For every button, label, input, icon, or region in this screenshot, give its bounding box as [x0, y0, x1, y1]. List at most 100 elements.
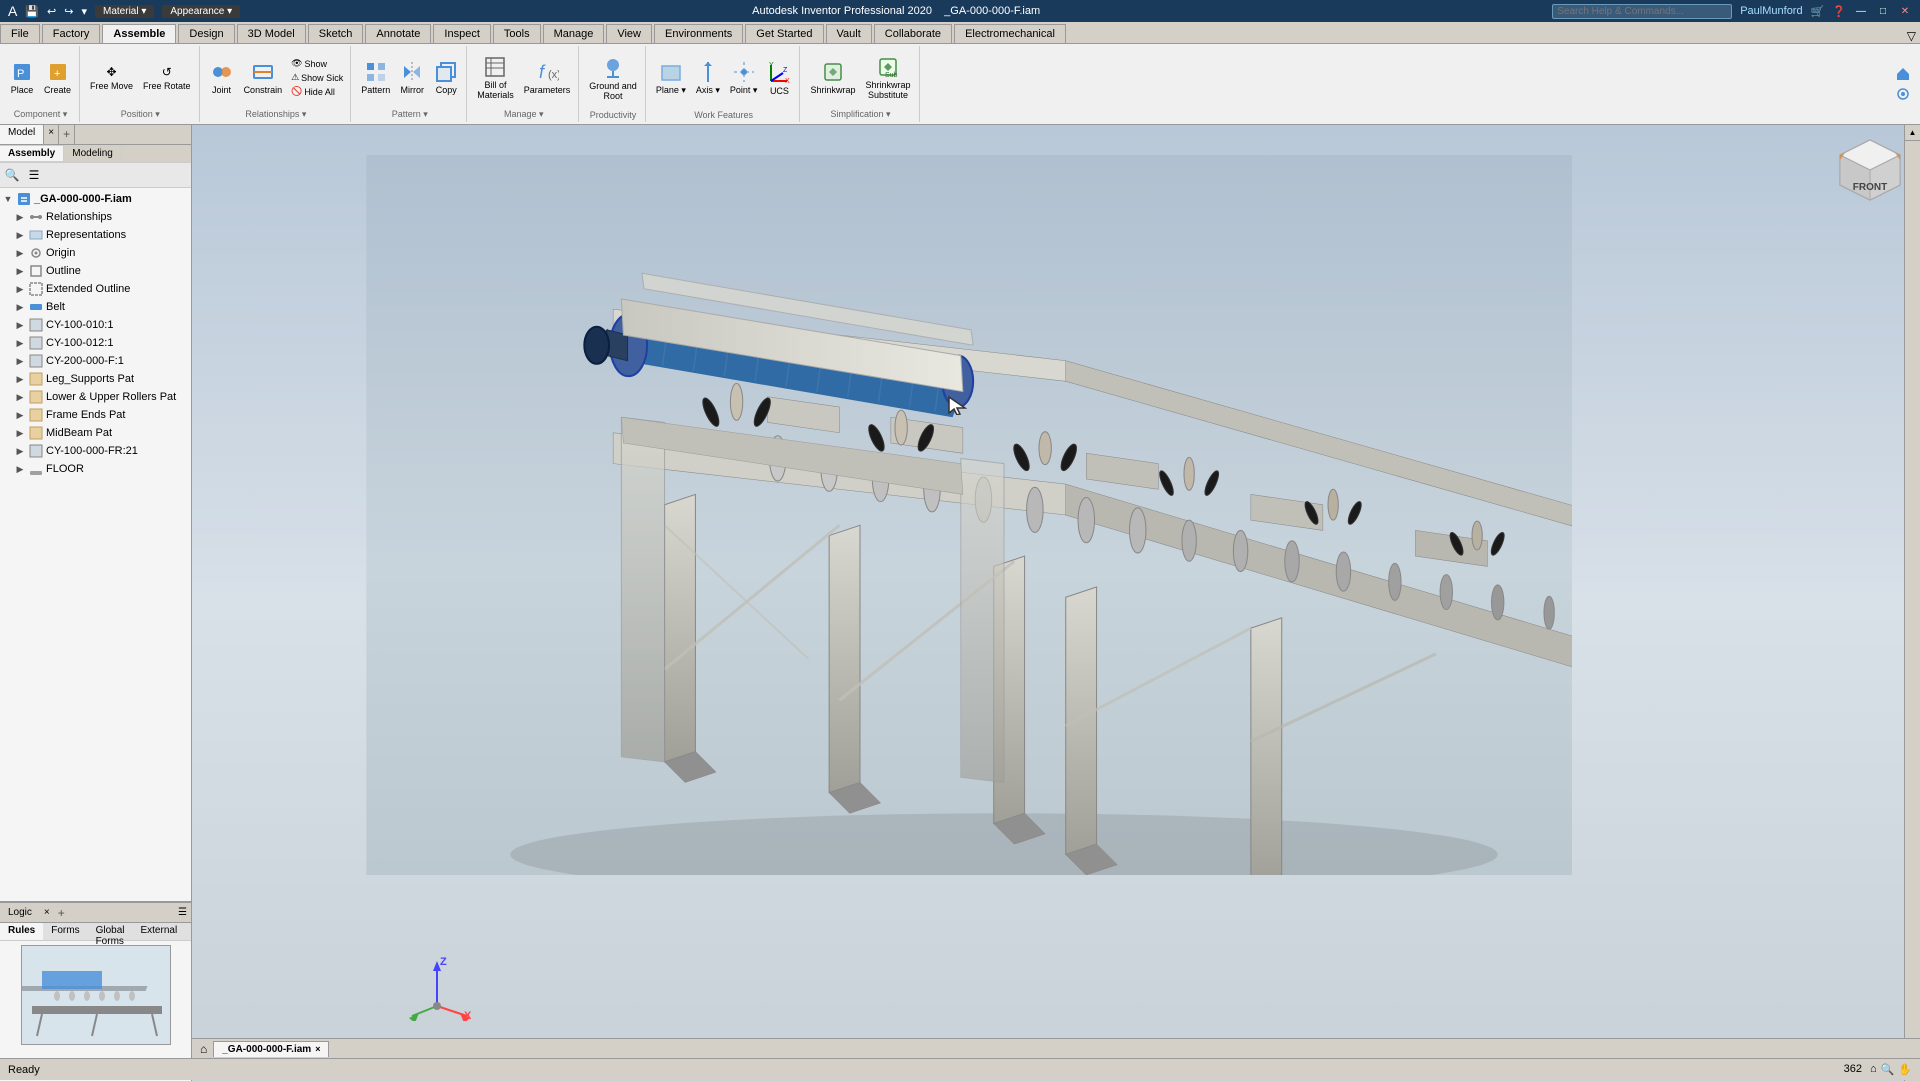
show-button[interactable]: 👁 Show	[288, 57, 346, 70]
tree-item-cy100012[interactable]: ▶ CY-100-012:1	[14, 334, 189, 352]
plane-button[interactable]: Plane ▾	[652, 58, 690, 98]
tab-assemble[interactable]: Assemble	[102, 24, 176, 43]
rules-subtab[interactable]: Rules	[0, 923, 43, 940]
tree-item-midbeam[interactable]: ▶ MidBeam Pat	[14, 424, 189, 442]
place-button[interactable]: P Place	[6, 58, 38, 97]
tree-item-rollers[interactable]: ▶ Lower & Upper Rollers Pat	[14, 388, 189, 406]
tree-item-floor[interactable]: ▶ FLOOR	[14, 460, 189, 478]
ribbon-group-relationships: Joint Constrain 👁 Show ⚠ Show Sick	[202, 46, 352, 122]
tree-item-frame-ends[interactable]: ▶ Frame Ends Pat	[14, 406, 189, 424]
cart-icon[interactable]: 🛒	[1811, 5, 1825, 18]
zoom-status-icon[interactable]: 🔍	[1881, 1063, 1895, 1076]
quick-access-settings[interactable]: ▾	[81, 5, 87, 18]
tree-item-cy200000f[interactable]: ▶ CY-200-000-F:1	[14, 352, 189, 370]
help-icon[interactable]: ❓	[1832, 5, 1846, 18]
tree-item-representations[interactable]: ▶ Representations	[14, 226, 189, 244]
pattern-button[interactable]: Pattern	[357, 58, 394, 97]
material-selector[interactable]: Material ▾	[95, 5, 154, 18]
tree-search-btn[interactable]: 🔍	[2, 165, 22, 185]
tree-item-belt[interactable]: ▶ Belt	[14, 298, 189, 316]
tab-view[interactable]: View	[606, 24, 652, 43]
forms-subtab[interactable]: Forms	[43, 923, 87, 940]
tree-item-leg-supports[interactable]: ▶ Leg_Supports Pat	[14, 370, 189, 388]
tab-tools[interactable]: Tools	[493, 24, 541, 43]
assembly-subtab[interactable]: Assembly	[0, 146, 64, 161]
hide-all-button[interactable]: 🚫 Hide All	[288, 85, 346, 98]
tab-file[interactable]: File	[0, 24, 40, 43]
minimize-button[interactable]: —	[1854, 4, 1868, 18]
tree-item-relationships[interactable]: ▶ Relationships	[14, 208, 189, 226]
parameters-button[interactable]: f(x) Parameters	[520, 58, 575, 97]
tab-annotate[interactable]: Annotate	[365, 24, 431, 43]
shrinkwrap-sub-button[interactable]: Sub ShrinkwrapSubstitute	[861, 53, 914, 102]
quick-access-redo[interactable]: ↪	[64, 5, 73, 18]
app-title: Autodesk Inventor Professional 2020	[752, 5, 932, 17]
home-view-button[interactable]	[1892, 65, 1914, 83]
viewport[interactable]: FRONT Z X	[192, 125, 1920, 1081]
look-at-button[interactable]	[1892, 85, 1914, 103]
copy-button[interactable]: Copy	[430, 58, 462, 97]
show-sick-button[interactable]: ⚠ Show Sick	[288, 71, 346, 84]
tree-item-root[interactable]: ▼ _GA-000-000-F.iam	[2, 190, 189, 208]
doc-tab-active[interactable]: _GA-000-000-F.iam ×	[213, 1041, 329, 1057]
viewport-scrollbar[interactable]: ▲ ▼	[1904, 125, 1920, 1081]
quick-access-undo[interactable]: ↩	[47, 5, 56, 18]
app-logo-icon: A	[8, 3, 17, 19]
tab-manage[interactable]: Manage	[543, 24, 605, 43]
search-input[interactable]	[1552, 4, 1732, 19]
logic-menu-btn[interactable]: ☰	[174, 907, 191, 918]
home-status-icon[interactable]: ⌂	[1870, 1063, 1877, 1076]
constrain-button[interactable]: Constrain	[240, 58, 287, 97]
tree-item-origin[interactable]: ▶ Origin	[14, 244, 189, 262]
create-button[interactable]: + Create	[40, 58, 75, 97]
workfeatures-buttons: Plane ▾ Axis ▾ Point ▾ XYZ	[652, 48, 796, 108]
bom-button[interactable]: Bill ofMaterials	[473, 53, 518, 102]
free-move-button[interactable]: ✥ Free Move	[86, 62, 137, 93]
tree-item-outline[interactable]: ▶ Outline	[14, 262, 189, 280]
model-tab-model[interactable]: Model	[0, 125, 44, 144]
global-forms-subtab[interactable]: Global Forms	[88, 923, 133, 940]
appearance-selector[interactable]: Appearance ▾	[162, 5, 240, 18]
outline-icon	[28, 263, 44, 279]
view-cube[interactable]: FRONT	[1830, 135, 1910, 215]
tree-item-extended-outline[interactable]: ▶ Extended Outline	[14, 280, 189, 298]
logic-tab-close[interactable]: ×	[40, 907, 54, 918]
joint-button[interactable]: Joint	[206, 58, 238, 97]
doc-tab-close-btn[interactable]: ×	[315, 1044, 320, 1054]
tab-sketch[interactable]: Sketch	[308, 24, 364, 43]
ucs-button[interactable]: XYZ UCS	[763, 59, 795, 98]
tab-getstarted[interactable]: Get Started	[745, 24, 823, 43]
logic-tab-add[interactable]: +	[54, 906, 69, 920]
point-button[interactable]: Point ▾	[726, 58, 762, 98]
scroll-up-btn[interactable]: ▲	[1905, 125, 1920, 141]
ground-root-button[interactable]: Ground andRoot	[585, 54, 641, 103]
model-tab-add[interactable]: +	[59, 125, 75, 144]
show-sick-label: Show Sick	[301, 73, 343, 83]
mirror-button[interactable]: Mirror	[396, 58, 428, 97]
maximize-button[interactable]: □	[1876, 4, 1890, 18]
external-subtab[interactable]: External	[132, 923, 185, 940]
tab-electromechanical[interactable]: Electromechanical	[954, 24, 1066, 43]
expand-ribbon-btn[interactable]: ▽	[1907, 29, 1916, 43]
close-button[interactable]: ✕	[1898, 4, 1912, 18]
tab-environments[interactable]: Environments	[654, 24, 743, 43]
quick-access-save[interactable]: 💾	[25, 5, 39, 18]
tab-collaborate[interactable]: Collaborate	[874, 24, 952, 43]
tab-factory[interactable]: Factory	[42, 24, 101, 43]
rollers-icon	[28, 389, 44, 405]
tab-3dmodel[interactable]: 3D Model	[237, 24, 306, 43]
shrinkwrap-button[interactable]: Shrinkwrap	[806, 58, 859, 97]
home-icon[interactable]: ⌂	[196, 1042, 211, 1056]
tab-design[interactable]: Design	[178, 24, 234, 43]
tree-item-cy100000fr[interactable]: ▶ CY-100-000-FR:21	[14, 442, 189, 460]
pan-status-icon[interactable]: ✋	[1898, 1063, 1912, 1076]
tab-vault[interactable]: Vault	[826, 24, 872, 43]
belt-icon	[28, 299, 44, 315]
free-rotate-button[interactable]: ↺ Free Rotate	[139, 62, 195, 93]
modeling-subtab[interactable]: Modeling	[64, 146, 122, 161]
tab-inspect[interactable]: Inspect	[433, 24, 490, 43]
tree-item-cy100010[interactable]: ▶ CY-100-010:1	[14, 316, 189, 334]
model-tab-close[interactable]: ×	[44, 125, 59, 144]
axis-button[interactable]: Axis ▾	[692, 58, 724, 98]
tree-menu-btn[interactable]: ☰	[24, 165, 44, 185]
